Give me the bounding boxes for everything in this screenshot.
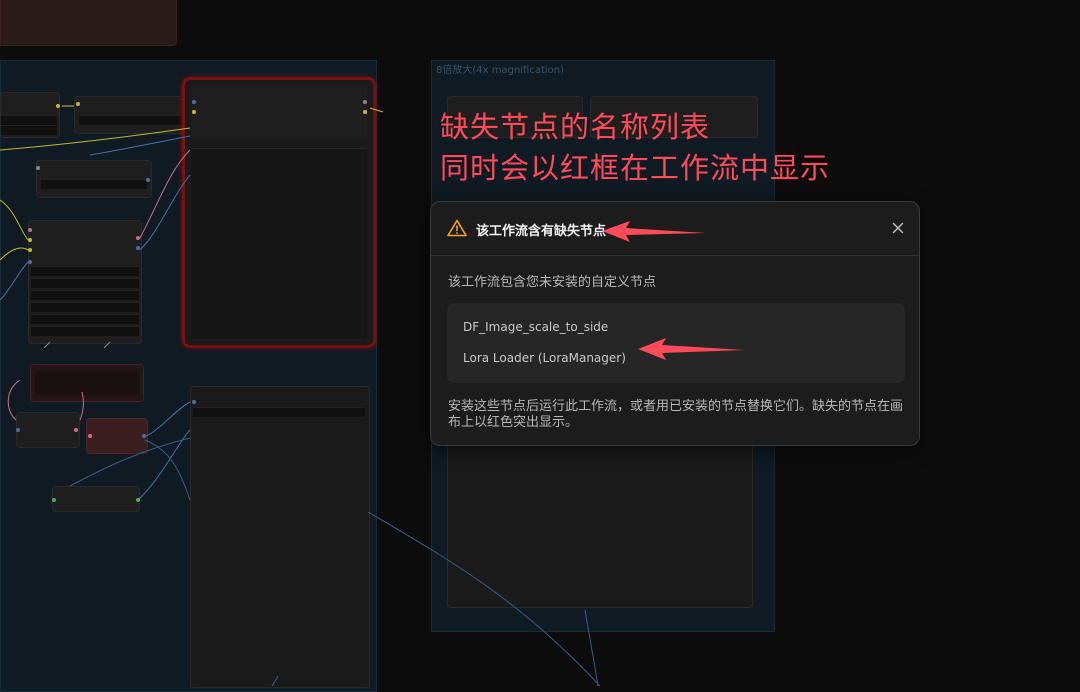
annotation-arrow-title [602,221,706,242]
dialog-footer-text: 安装这些节点后运行此工作流，或者用已安装的节点替换它们。缺失的节点在画布上以红色… [448,399,904,430]
close-icon[interactable] [889,219,907,237]
missing-node-item: Lora Loader (LoraManager) [463,351,626,365]
annotation-arrow-list [638,338,744,360]
missing-node-item: DF_Image_scale_to_side [463,320,609,334]
dialog-description: 该工作流包含您未安装的自定义节点 [448,275,657,290]
warning-triangle-icon [447,219,467,237]
annotation-line-1: 缺失节点的名称列表 [440,110,711,144]
annotation-line-2: 同时会以红框在工作流中显示 [440,151,831,185]
dialog-title: 该工作流含有缺失节点 [476,224,607,239]
